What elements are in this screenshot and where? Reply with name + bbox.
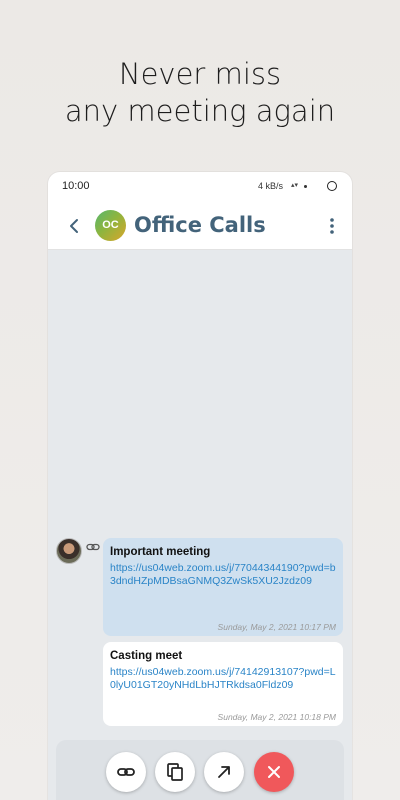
network-speed: 4 kB/s <box>258 181 284 191</box>
action-bar <box>56 740 344 800</box>
message-timestamp: Sunday, May 2, 2021 10:17 PM <box>217 622 336 632</box>
copy-button[interactable] <box>155 752 195 792</box>
open-external-icon <box>218 766 230 778</box>
more-options-icon[interactable] <box>328 216 336 236</box>
status-time: 10:00 <box>62 180 90 192</box>
status-bar: 10:00 4 kB/s ▴▾ <box>48 172 352 202</box>
message-title: Casting meet <box>110 650 183 662</box>
sender-avatar[interactable] <box>56 538 82 564</box>
delete-button[interactable] <box>254 752 294 792</box>
promo-line-2: any meeting again <box>64 94 336 128</box>
copy-link-button[interactable] <box>106 752 146 792</box>
meeting-link[interactable]: https://us04web.zoom.us/j/74142913107?pw… <box>110 666 336 692</box>
meeting-link[interactable]: https://us04web.zoom.us/j/77044344190?pw… <box>110 562 336 588</box>
battery-ring-icon <box>327 181 337 191</box>
message-timestamp: Sunday, May 2, 2021 10:18 PM <box>217 712 336 722</box>
signal-arrows-icon: ▴▾ <box>291 182 299 189</box>
copy-icon <box>167 763 183 781</box>
notification-dot-icon <box>304 185 307 188</box>
link-icon <box>86 543 100 551</box>
close-icon <box>268 766 280 778</box>
promo-headline: Never miss any meeting again <box>0 56 400 130</box>
open-link-button[interactable] <box>204 752 244 792</box>
message-title: Important meeting <box>110 546 211 558</box>
app-bar: OC Office Calls <box>48 202 352 250</box>
chat-avatar[interactable]: OC <box>95 210 126 241</box>
link-icon <box>117 768 135 776</box>
back-arrow-icon[interactable] <box>64 216 84 236</box>
chat-title[interactable]: Office Calls <box>134 213 266 237</box>
message-bubble[interactable]: Casting meet https://us04web.zoom.us/j/7… <box>103 642 343 726</box>
promo-line-1: Never miss <box>118 57 282 91</box>
phone-screen: 10:00 4 kB/s ▴▾ OC Office Calls Importan… <box>48 172 352 800</box>
message-bubble[interactable]: Important meeting https://us04web.zoom.u… <box>103 538 343 636</box>
message-thread: Important meeting https://us04web.zoom.u… <box>48 250 352 740</box>
